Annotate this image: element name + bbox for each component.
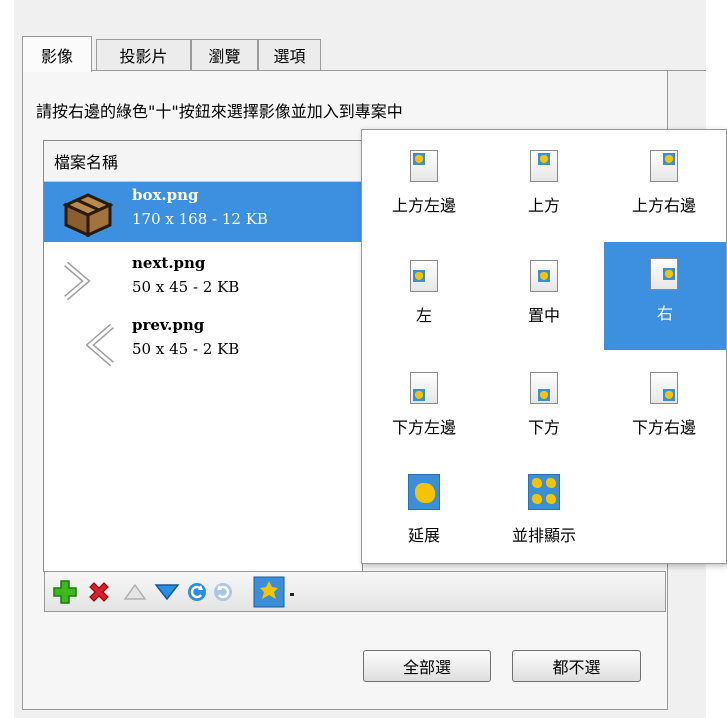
move-up-icon[interactable] (121, 572, 149, 611)
rotate-left-icon[interactable] (183, 572, 211, 611)
position-option-top-left[interactable]: 上方左邊 (364, 134, 484, 242)
remove-icon[interactable] (85, 572, 113, 611)
option-label: 置中 (527, 306, 560, 325)
position-option-bottom-left[interactable]: 下方左邊 (364, 356, 484, 464)
file-list-header[interactable]: 檔案名稱 (44, 141, 362, 182)
option-label: 上方左邊 (391, 196, 456, 215)
column-header-filename: 檔案名稱 (54, 153, 119, 172)
tab-browse[interactable]: 瀏覽 (191, 39, 258, 70)
option-label: 下方右邊 (631, 418, 696, 437)
file-name: next.png (132, 254, 206, 272)
position-top-icon (530, 150, 558, 182)
select-none-button[interactable]: 都不選 (512, 650, 641, 682)
tab-images[interactable]: 影像 (22, 36, 92, 72)
position-option-stretch[interactable]: 延展 (364, 464, 484, 572)
position-top-right-icon (650, 150, 678, 182)
chevron-left-icon (85, 323, 116, 370)
stretch-icon (408, 474, 440, 510)
position-bottom-right-icon (650, 372, 678, 404)
position-center-icon (530, 260, 558, 292)
option-label: 左 (415, 306, 432, 325)
tile-icon (528, 474, 560, 510)
position-option-tile[interactable]: 並排顯示 (484, 464, 604, 572)
option-label: 下方左邊 (391, 418, 456, 437)
image-position-menu: 上方左邊 上方 上方右邊 左 置中 右 下方左邊 下方 下方右邊 延展 並排顯示 (361, 129, 727, 564)
position-top-left-icon (410, 150, 438, 182)
position-option-bottom[interactable]: 下方 (484, 356, 604, 464)
dropdown-arrow-icon[interactable] (285, 572, 299, 611)
image-position-icon[interactable] (251, 572, 287, 611)
chevron-right-icon (62, 261, 92, 304)
position-bottom-icon (530, 372, 558, 404)
option-label: 右 (656, 304, 673, 323)
position-option-left[interactable]: 左 (364, 244, 484, 352)
image-toolbar (44, 571, 666, 612)
option-label: 上方右邊 (631, 196, 696, 215)
tab-options[interactable]: 選項 (258, 39, 321, 70)
position-option-center[interactable]: 置中 (484, 244, 604, 352)
file-name: prev.png (132, 316, 205, 334)
position-option-top[interactable]: 上方 (484, 134, 604, 242)
option-label: 上方 (527, 196, 560, 215)
option-label: 延展 (407, 526, 440, 545)
file-row-prev[interactable]: prev.png 50 x 45 - 2 KB (44, 312, 362, 372)
file-meta: 50 x 45 - 2 KB (132, 340, 240, 358)
position-left-icon (410, 260, 438, 292)
file-meta: 50 x 45 - 2 KB (132, 278, 240, 296)
add-icon[interactable] (51, 572, 79, 611)
position-option-right[interactable]: 右 (604, 242, 726, 350)
file-row-next[interactable]: next.png 50 x 45 - 2 KB (44, 250, 362, 310)
file-meta: 170 x 168 - 12 KB (132, 210, 268, 228)
select-all-button[interactable]: 全部選 (363, 650, 491, 682)
position-bottom-left-icon (410, 372, 438, 404)
box-icon (62, 189, 114, 241)
rotate-right-icon[interactable] (209, 572, 237, 611)
move-down-icon[interactable] (153, 572, 181, 611)
file-name: box.png (132, 186, 199, 204)
position-right-icon (650, 258, 678, 290)
position-option-bottom-right[interactable]: 下方右邊 (604, 356, 724, 464)
file-row-box[interactable]: box.png 170 x 168 - 12 KB (44, 182, 362, 242)
option-label: 下方 (527, 418, 560, 437)
option-label: 並排顯示 (511, 526, 576, 545)
instruction-text: 請按右邊的綠色"十"按鈕來選擇影像並加入到專案中 (36, 102, 403, 121)
tab-slides[interactable]: 投影片 (96, 39, 191, 70)
position-option-top-right[interactable]: 上方右邊 (604, 134, 724, 242)
